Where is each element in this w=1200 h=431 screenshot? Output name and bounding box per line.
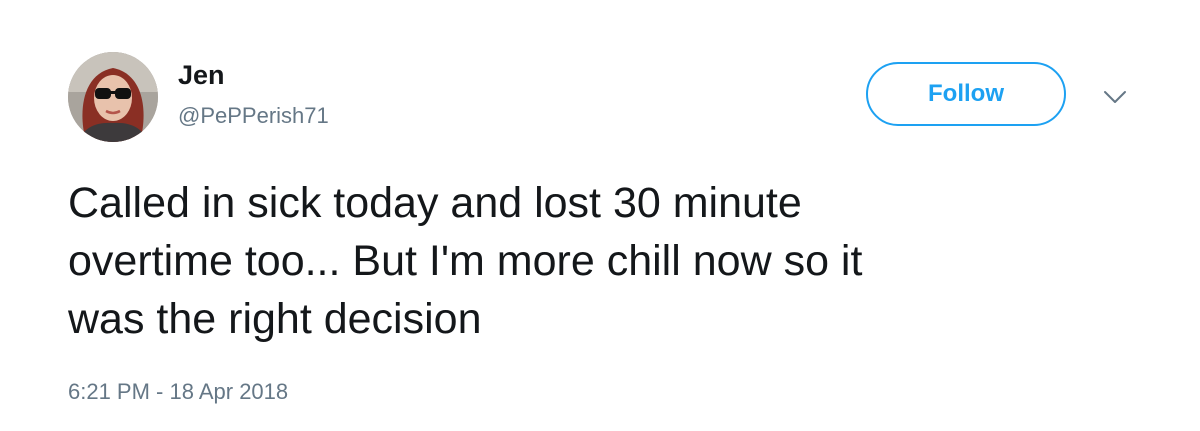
tweet-card: Jen @PePPerish71 Follow Called in sick t…: [0, 0, 1200, 431]
avatar[interactable]: [68, 52, 158, 142]
tweet-text: Called in sick today and lost 30 minute …: [68, 179, 863, 343]
author-handle[interactable]: @PePPerish71: [178, 105, 329, 127]
author-name[interactable]: Jen: [178, 62, 225, 89]
chevron-down-icon[interactable]: [1100, 86, 1130, 108]
follow-button[interactable]: Follow: [866, 62, 1066, 126]
tweet-timestamp[interactable]: 6:21 PM - 18 Apr 2018: [68, 381, 288, 403]
avatar-image: [68, 52, 158, 142]
